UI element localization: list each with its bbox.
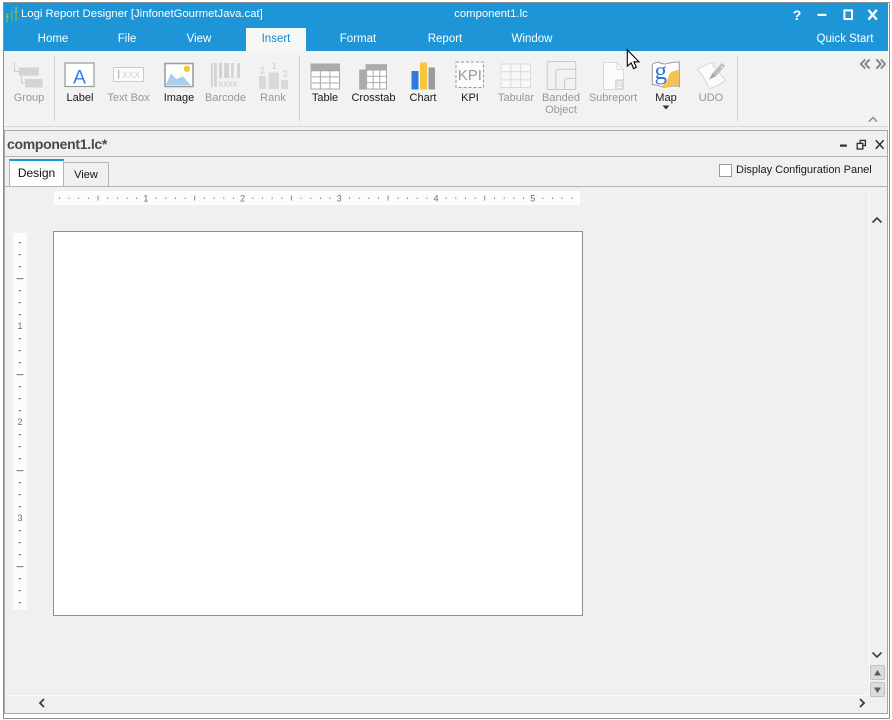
svg-text:1: 1 [17, 321, 22, 331]
svg-text:3: 3 [337, 194, 342, 204]
svg-text:1: 1 [143, 194, 148, 204]
svg-text:2: 2 [240, 194, 245, 204]
svg-text:3: 3 [17, 513, 22, 523]
svg-text:xxxx: xxxx [219, 79, 238, 90]
svg-text:KPI: KPI [458, 67, 482, 84]
svg-text:2: 2 [260, 66, 265, 76]
svg-text:1: 1 [272, 61, 277, 71]
svg-text:5: 5 [530, 194, 535, 204]
svg-text:3: 3 [283, 69, 288, 79]
svg-text:2: 2 [17, 417, 22, 427]
svg-text:XXX: XXX [122, 70, 140, 80]
svg-text:g: g [655, 58, 668, 85]
svg-text:4: 4 [433, 194, 438, 204]
svg-text:A: A [73, 67, 86, 89]
